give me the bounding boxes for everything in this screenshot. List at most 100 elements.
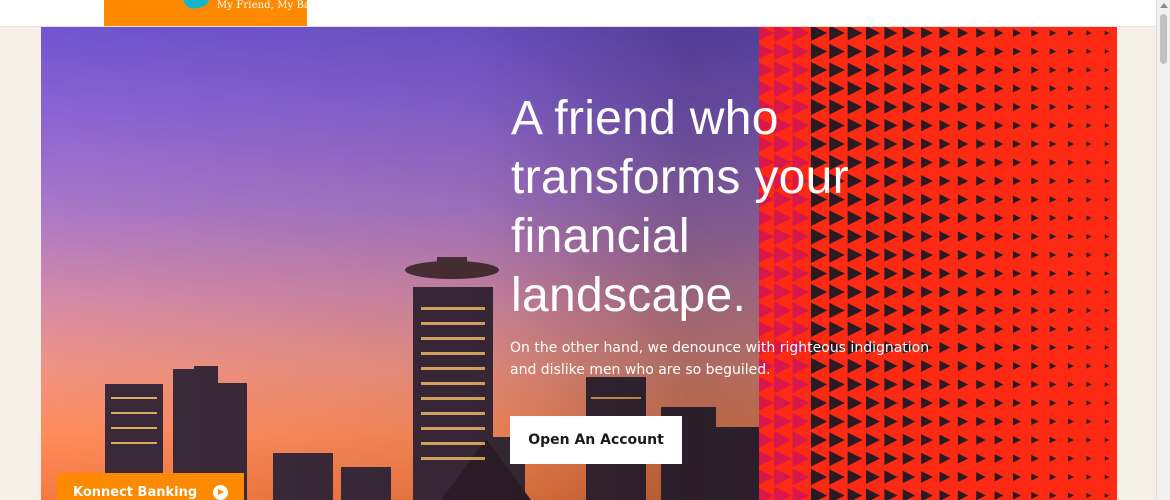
- scrollbar-thumb[interactable]: [1160, 14, 1167, 64]
- pattern-triangle: [994, 158, 1004, 167]
- brand-logo[interactable]: My Friend, My Bank: [104, 0, 323, 26]
- pattern-triangle: [792, 43, 810, 60]
- pattern-triangle: [1049, 492, 1057, 499]
- pattern-triangle: [1086, 67, 1092, 73]
- konnect-banking-label: Konnect Banking: [73, 484, 198, 500]
- open-account-button[interactable]: Open An Account: [510, 416, 682, 464]
- pattern-triangle: [976, 46, 986, 57]
- pattern-triangle: [1086, 474, 1092, 480]
- hero-subtext: On the other hand, we denounce with righ…: [510, 340, 930, 378]
- pattern-triangle: [884, 44, 898, 59]
- pattern-triangle: [976, 250, 986, 260]
- pattern-triangle: [994, 84, 1004, 93]
- pattern-triangle: [1031, 343, 1039, 352]
- pattern-triangle: [1068, 196, 1074, 203]
- pattern-triangle: [884, 433, 898, 447]
- pattern-triangle: [866, 44, 880, 59]
- pattern-triangle: [1012, 250, 1022, 260]
- page-scrollbar[interactable]: [1156, 0, 1170, 500]
- pattern-triangle: [957, 46, 969, 57]
- pattern-triangle: [976, 453, 986, 464]
- pattern-triangle: [774, 27, 792, 42]
- pattern-triangle: [1104, 252, 1110, 258]
- pattern-triangle: [759, 487, 775, 500]
- pattern-triangle: [921, 434, 933, 446]
- pattern-triangle: [1012, 139, 1022, 149]
- pattern-triangle: [1086, 270, 1092, 277]
- pattern-triangle: [976, 416, 986, 427]
- pattern-triangle: [939, 64, 951, 76]
- pattern-triangle: [921, 489, 933, 500]
- pattern-triangle: [1068, 492, 1074, 499]
- pattern-triangle: [1012, 380, 1022, 389]
- pattern-triangle: [1086, 455, 1092, 462]
- pattern-triangle: [957, 453, 969, 464]
- pattern-triangle: [939, 45, 951, 58]
- pattern-triangle: [1049, 307, 1057, 314]
- pattern-triangle: [759, 432, 775, 448]
- pattern-triangle: [1068, 418, 1074, 425]
- pattern-triangle: [994, 417, 1004, 426]
- pattern-triangle: [1086, 48, 1092, 55]
- hero-heading: A friend who transforms your financial l…: [511, 92, 849, 322]
- pattern-triangle: [1104, 437, 1110, 443]
- pattern-triangle: [957, 342, 969, 353]
- pattern-triangle: [1049, 344, 1057, 351]
- pattern-triangle: [792, 27, 810, 42]
- scroll-up-arrow-icon[interactable]: [1160, 3, 1168, 8]
- pattern-triangle: [902, 452, 916, 465]
- pattern-triangle: [957, 101, 969, 113]
- pattern-triangle: [1104, 234, 1110, 239]
- pattern-triangle: [1031, 306, 1039, 315]
- pattern-triangle: [810, 487, 828, 500]
- pattern-triangle: [939, 138, 951, 150]
- pattern-triangle: [994, 232, 1004, 241]
- pattern-triangle: [994, 195, 1004, 204]
- pattern-triangle: [976, 139, 986, 149]
- pattern-triangle: [792, 468, 810, 486]
- pattern-triangle: [1049, 381, 1057, 388]
- pattern-triangle: [1049, 140, 1057, 148]
- pattern-triangle: [1068, 122, 1074, 129]
- pattern-triangle: [1068, 30, 1074, 36]
- pattern-triangle: [939, 415, 951, 428]
- pattern-triangle: [1049, 270, 1057, 277]
- pattern-triangle: [1049, 66, 1057, 74]
- pattern-triangle: [994, 361, 1004, 371]
- pattern-triangle: [939, 360, 951, 372]
- pattern-triangle: [1068, 215, 1074, 221]
- pattern-triangle: [866, 414, 880, 429]
- pattern-triangle: [810, 27, 828, 42]
- pattern-triangle: [847, 432, 863, 448]
- pattern-triangle: [847, 62, 863, 78]
- pattern-triangle: [994, 47, 1004, 56]
- pattern-triangle: [994, 343, 1004, 352]
- pattern-triangle: [1031, 362, 1039, 370]
- pattern-triangle: [1031, 84, 1039, 93]
- pattern-triangle: [884, 470, 898, 484]
- pattern-triangle: [1012, 213, 1022, 223]
- konnect-banking-button[interactable]: Konnect Banking: [57, 473, 244, 500]
- pattern-triangle: [1086, 400, 1092, 406]
- pattern-triangle: [976, 472, 986, 482]
- pattern-triangle: [1031, 491, 1039, 500]
- pattern-triangle: [759, 469, 775, 485]
- pattern-triangle: [1012, 102, 1022, 112]
- pattern-triangle: [1104, 104, 1110, 110]
- pattern-triangle: [994, 176, 1004, 186]
- pattern-triangle: [939, 212, 951, 224]
- pattern-triangle: [994, 28, 1004, 38]
- pattern-triangle: [1031, 214, 1039, 222]
- pattern-triangle: [939, 471, 951, 483]
- hero-banner: A friend who transforms your financial l…: [41, 27, 1117, 500]
- pattern-triangle: [1104, 493, 1110, 498]
- pattern-triangle: [939, 341, 951, 354]
- pattern-triangle: [1086, 233, 1092, 240]
- pattern-triangle: [1104, 49, 1110, 54]
- pattern-triangle: [792, 61, 810, 79]
- pattern-triangle: [994, 121, 1004, 130]
- pattern-triangle: [1031, 140, 1039, 148]
- pattern-triangle: [759, 27, 775, 41]
- pattern-triangle: [939, 230, 951, 243]
- brand-logo-icon: [182, 0, 212, 11]
